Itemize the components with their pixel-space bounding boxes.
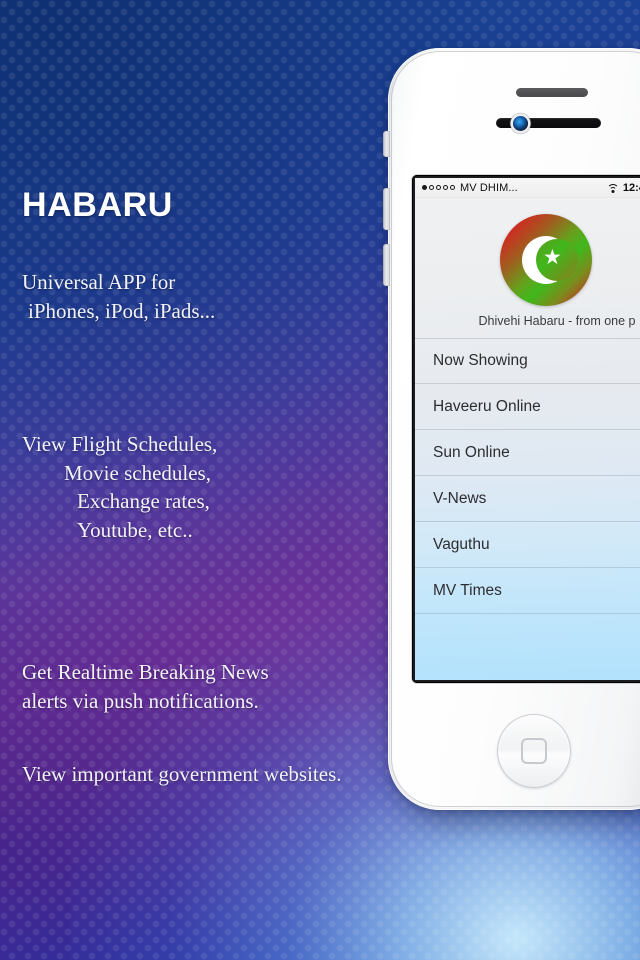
app-header: Dhivehi Habaru - from one p <box>415 198 640 328</box>
status-bar: MV DHIM... 12:49 am <box>415 178 640 198</box>
list-item[interactable]: Vaguthu <box>415 522 640 568</box>
list-item-label: Haveeru Online <box>433 397 541 415</box>
maldives-flag-logo-icon <box>500 214 592 306</box>
page-title: HABARU <box>22 186 173 224</box>
phone-screen-bezel: MV DHIM... 12:49 am Dhivehi Habaru - fr <box>412 175 640 683</box>
promo-canvas: HABARU Universal APP for iPhones, iPod, … <box>0 0 640 960</box>
earpiece-slot-icon <box>496 118 601 128</box>
list-item[interactable]: Now Showing <box>415 338 640 384</box>
front-camera-icon <box>513 116 528 131</box>
universal-app-line-1: Universal APP for <box>22 270 176 294</box>
signal-strength-icon <box>422 185 455 190</box>
list-item-label: MV Times <box>433 581 502 599</box>
iphone-mockup: MV DHIM... 12:49 am Dhivehi Habaru - fr <box>383 48 640 822</box>
list-item-label: Now Showing <box>433 352 528 369</box>
list-item-label: Vaguthu <box>433 535 490 553</box>
carrier-label: MV DHIM... <box>460 181 518 194</box>
push-alerts-line-2: alerts via push notifications. <box>22 688 259 713</box>
list-item-label: Sun Online <box>433 443 510 461</box>
app-tagline: Dhivehi Habaru - from one p <box>478 314 636 328</box>
features-line-1: View Flight Schedules, <box>22 432 218 456</box>
features-line-2: Movie schedules, <box>64 460 211 485</box>
status-bar-clock: 12:49 am <box>622 181 640 194</box>
features-text: View Flight Schedules, Movie schedules, … <box>22 430 217 544</box>
phone-screen: MV DHIM... 12:49 am Dhivehi Habaru - fr <box>415 178 640 680</box>
wifi-icon <box>606 183 619 193</box>
signal-dot <box>450 185 455 190</box>
push-alerts-line-1: Get Realtime Breaking News <box>22 660 269 684</box>
volume-up-button[interactable] <box>383 188 390 230</box>
push-alerts-text: Get Realtime Breaking News alerts via pu… <box>22 658 269 715</box>
signal-dot <box>429 185 434 190</box>
signal-dot <box>436 185 441 190</box>
news-source-list: Now Showing Haveeru Online Sun Online V-New… <box>415 338 640 614</box>
speaker-grille-icon <box>516 88 588 97</box>
signal-dot <box>422 185 427 190</box>
home-button[interactable] <box>497 714 571 788</box>
signal-dot <box>443 185 448 190</box>
features-line-3: Exchange rates, <box>77 489 210 513</box>
list-item[interactable]: V-News <box>415 476 640 522</box>
universal-app-line-2: iPhones, iPod, iPads... <box>28 298 216 323</box>
home-square-icon <box>521 738 547 764</box>
mute-switch[interactable] <box>383 131 390 157</box>
list-item-label: V-News <box>433 489 487 507</box>
list-item[interactable]: MV Times <box>415 568 640 614</box>
status-bar-right: 12:49 am <box>606 181 640 194</box>
volume-down-button[interactable] <box>383 244 390 286</box>
government-sites-line-1: View important government websites. <box>22 762 342 786</box>
government-sites-text: View important government websites. <box>22 760 342 789</box>
features-line-4: Youtube, etc.. <box>77 517 193 542</box>
list-item[interactable]: Haveeru Online <box>415 384 640 430</box>
universal-app-text: Universal APP for iPhones, iPod, iPads..… <box>22 268 215 325</box>
list-item[interactable]: Sun Online <box>415 430 640 476</box>
